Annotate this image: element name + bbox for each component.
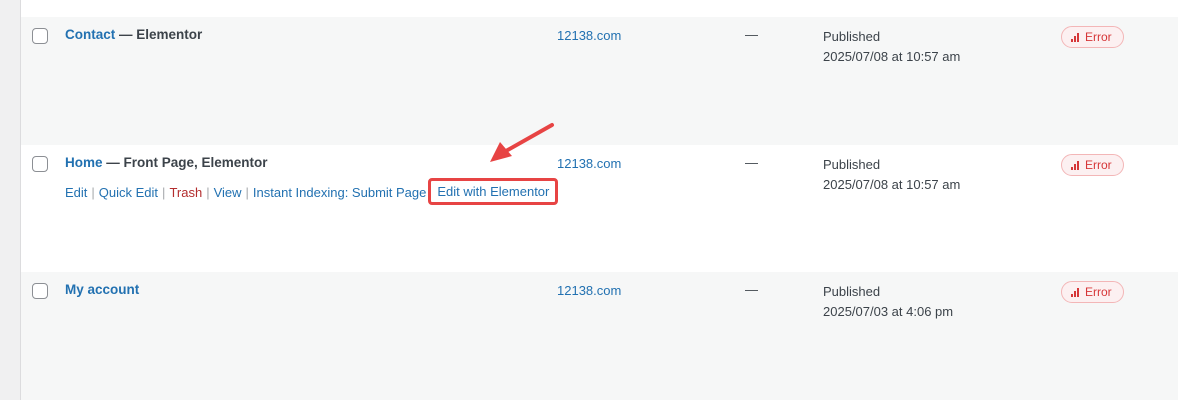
edit-link[interactable]: Edit [65, 185, 87, 200]
status-label: Published [823, 157, 881, 172]
instant-indexing-link[interactable]: Instant Indexing: Submit Page [253, 185, 426, 200]
error-badge[interactable]: Error [1061, 281, 1124, 303]
empty-value: — [745, 282, 758, 297]
row-checkbox[interactable] [32, 156, 48, 172]
title-cell: My account [65, 282, 139, 297]
date-value: 2025/07/03 at 4:06 pm [823, 304, 954, 319]
trash-link[interactable]: Trash [169, 185, 202, 200]
site-cell: 12138.com [557, 28, 621, 43]
site-link[interactable]: 12138.com [557, 28, 621, 43]
date-cell: Published 2025/07/03 at 4:06 pm [823, 282, 953, 322]
edit-with-elementor-link[interactable]: Edit with Elementor [437, 184, 549, 199]
error-badge[interactable]: Error [1061, 26, 1124, 48]
separator: | [91, 185, 95, 200]
admin-sidebar-edge [0, 0, 21, 400]
site-cell: 12138.com [557, 283, 621, 298]
error-badge[interactable]: Error [1061, 154, 1124, 176]
row-checkbox[interactable] [32, 283, 48, 299]
signal-bars-icon [1071, 161, 1080, 170]
title-cell: Contact — Elementor [65, 27, 202, 42]
page-title-link[interactable]: Contact [65, 27, 115, 42]
site-cell: 12138.com [557, 156, 621, 171]
page-state-label: — Front Page, Elementor [102, 155, 268, 170]
empty-value: — [745, 27, 758, 42]
site-link[interactable]: 12138.com [557, 156, 621, 171]
date-value: 2025/07/08 at 10:57 am [823, 177, 961, 192]
date-cell: Published 2025/07/08 at 10:57 am [823, 155, 960, 195]
badge-label: Error [1085, 285, 1112, 299]
date-value: 2025/07/08 at 10:57 am [823, 49, 961, 64]
signal-bars-icon [1071, 288, 1080, 297]
date-cell: Published 2025/07/08 at 10:57 am [823, 27, 960, 67]
page-title-link[interactable]: Home [65, 155, 103, 170]
title-cell: Home — Front Page, Elementor [65, 155, 268, 170]
badge-label: Error [1085, 30, 1112, 44]
page-state-label: — Elementor [115, 27, 203, 42]
badge-label: Error [1085, 158, 1112, 172]
view-link[interactable]: View [214, 185, 242, 200]
quick-edit-link[interactable]: Quick Edit [99, 185, 158, 200]
table-row: Home — Front Page, Elementor Edit | Quick … [21, 145, 1178, 272]
separator: | [162, 185, 166, 200]
separator: | [245, 185, 249, 200]
row-checkbox[interactable] [32, 28, 48, 44]
site-link[interactable]: 12138.com [557, 283, 621, 298]
table-row: My account 12138.com — Published 2025/07… [21, 272, 1178, 400]
table-row-partial [21, 0, 1178, 17]
status-label: Published [823, 29, 881, 44]
table-row: Contact — Elementor 12138.com — Publishe… [21, 17, 1178, 145]
empty-value: — [745, 155, 758, 170]
highlight-box: Edit with Elementor [428, 178, 559, 205]
signal-bars-icon [1071, 33, 1080, 42]
page-title-link[interactable]: My account [65, 282, 139, 297]
separator: | [206, 185, 210, 200]
status-label: Published [823, 284, 881, 299]
row-actions: Edit | Quick Edit | Trash | View | Instant Index… [65, 178, 559, 206]
annotation-arrow-icon [490, 123, 554, 162]
